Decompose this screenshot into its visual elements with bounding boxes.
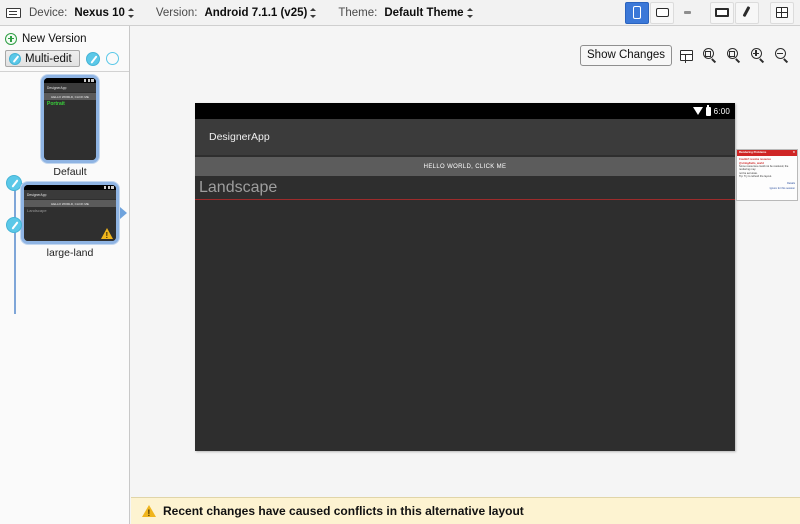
theme-combo[interactable]: Default Theme bbox=[382, 6, 475, 20]
multi-edit-button[interactable]: Multi-edit bbox=[5, 50, 80, 67]
zoom-out-icon bbox=[774, 48, 790, 63]
device-textview-wrapper[interactable]: Landscape bbox=[195, 178, 735, 200]
theme-label: Theme: bbox=[338, 6, 378, 19]
new-version-row[interactable]: New Version bbox=[5, 30, 125, 47]
warning-triangle-icon bbox=[142, 505, 156, 518]
battery-icon bbox=[705, 104, 711, 116]
variation-selected-arrow bbox=[120, 207, 127, 219]
mini-button-text: HELLO WORLD, CLICK ME bbox=[24, 200, 116, 207]
mini-preview-large-land: DesignerApp HELLO WORLD, CLICK ME Landsc… bbox=[24, 185, 116, 241]
device-status-bar: 6:00 bbox=[195, 103, 735, 119]
variation-label-default: Default bbox=[53, 166, 87, 178]
split-layout-icon bbox=[679, 50, 693, 63]
new-version-label: New Version bbox=[22, 32, 87, 45]
keyboard-icon bbox=[6, 7, 21, 18]
mini-status-bar bbox=[24, 185, 116, 190]
error-ignore-link[interactable]: Ignore for this session bbox=[770, 187, 795, 190]
show-changes-button[interactable]: Show Changes bbox=[580, 45, 672, 66]
mini-status-bar bbox=[44, 78, 96, 83]
zoom-fit-icon bbox=[702, 48, 718, 63]
rendering-problems-body: Couldn't resolve resource @string/hello_… bbox=[737, 156, 797, 180]
error-line-4: Tip: Try to refresh the layout. bbox=[739, 175, 772, 179]
mini-app-name: DesignerApp bbox=[24, 190, 116, 199]
conflict-status-bar: Recent changes have caused conflicts in … bbox=[131, 497, 800, 524]
device-app-bar: DesignerApp bbox=[195, 119, 735, 155]
theme-value: Default Theme bbox=[384, 6, 464, 19]
phone-icon bbox=[633, 6, 641, 19]
zoom-fit-button[interactable] bbox=[700, 46, 720, 66]
toolbar-view-modes bbox=[625, 1, 794, 24]
mini-status-icons bbox=[84, 79, 94, 82]
circle-outline-button[interactable] bbox=[105, 52, 119, 65]
variation-node-large-land[interactable]: DesignerApp HELLO WORLD, CLICK ME Landsc… bbox=[21, 182, 119, 259]
mini-body-text: Landscape bbox=[27, 208, 47, 213]
mini-preview-default: DesignerApp HELLO WORLD, CLICK ME Portra… bbox=[44, 78, 96, 160]
dash-icon bbox=[683, 11, 691, 14]
variation-tree: DesignerApp HELLO WORLD, CLICK ME Portra… bbox=[0, 72, 130, 512]
device-hello-button[interactable]: HELLO WORLD, CLICK ME bbox=[195, 157, 735, 176]
zoom-actual-icon bbox=[726, 48, 742, 63]
pencil-icon bbox=[9, 52, 21, 65]
rendering-problems-title: Rendering Problems bbox=[739, 150, 767, 155]
android-studio-layout-editor: Device: Nexus 10 Version: Android 7.1.1 … bbox=[0, 0, 800, 524]
canvas-toolbar: Show Changes bbox=[580, 45, 792, 66]
phone-view-toggle[interactable] bbox=[625, 1, 649, 24]
variations-header: New Version Multi-edit bbox=[0, 26, 129, 72]
tablet-landscape-icon bbox=[655, 8, 669, 17]
widescreen-icon bbox=[715, 8, 729, 17]
chevron-updown-icon bbox=[466, 7, 474, 19]
mini-button-text: HELLO WORLD, CLICK ME bbox=[44, 93, 96, 100]
status-time: 6:00 bbox=[713, 106, 730, 116]
split-layout-button[interactable] bbox=[676, 46, 696, 66]
widescreen-view-toggle[interactable] bbox=[710, 1, 734, 24]
zoom-actual-button[interactable] bbox=[724, 46, 744, 66]
chevron-updown-icon bbox=[310, 7, 317, 19]
variation-label-large-land: large-land bbox=[46, 247, 94, 259]
layout-grid-toggle[interactable] bbox=[770, 1, 794, 24]
conflict-status-message: Recent changes have caused conflicts in … bbox=[163, 504, 524, 518]
zoom-in-icon bbox=[750, 48, 766, 63]
top-toolbar: Device: Nexus 10 Version: Android 7.1.1 … bbox=[0, 0, 800, 26]
version-combo[interactable]: Android 7.1.1 (v25) bbox=[202, 6, 319, 20]
error-details-link[interactable]: Details bbox=[787, 182, 795, 185]
wifi-icon bbox=[692, 107, 703, 115]
error-line-2: Some resources could not be resolved, th… bbox=[739, 165, 789, 172]
tablet-view-toggle[interactable] bbox=[650, 1, 674, 24]
zoom-in-button[interactable] bbox=[748, 46, 768, 66]
android-device-preview[interactable]: 6:00 DesignerApp HELLO WORLD, CLICK ME L… bbox=[195, 103, 735, 451]
paintbrush-icon bbox=[740, 6, 754, 20]
mini-status-icons bbox=[104, 186, 114, 189]
warning-triangle-icon bbox=[101, 228, 113, 240]
layout-grid-icon bbox=[776, 7, 788, 18]
multi-edit-row: Multi-edit bbox=[5, 49, 125, 68]
device-body-text: Landscape bbox=[199, 179, 278, 196]
close-icon[interactable]: ✕ bbox=[793, 150, 795, 154]
device-value: Nexus 10 bbox=[74, 6, 125, 19]
version-value: Android 7.1.1 (v25) bbox=[204, 6, 308, 19]
variation-thumbnail-default: DesignerApp HELLO WORLD, CLICK ME Portra… bbox=[41, 75, 99, 163]
plus-circle-icon bbox=[5, 32, 17, 45]
theme-brush-toggle[interactable] bbox=[735, 1, 759, 24]
error-line-1: Couldn't resolve resource @string/hello_… bbox=[739, 158, 771, 165]
mini-body-text: Portrait bbox=[47, 101, 65, 107]
variation-badge-large-land[interactable] bbox=[6, 217, 22, 233]
variations-sidebar: New Version Multi-edit DesignerApp HELLO… bbox=[0, 26, 130, 524]
chevron-updown-icon bbox=[127, 7, 135, 19]
variation-badge-default[interactable] bbox=[6, 175, 22, 191]
preview-canvas: Show Changes 6:00 DesignerApp HELLO WORL… bbox=[131, 27, 800, 497]
variation-node-default[interactable]: DesignerApp HELLO WORLD, CLICK ME Portra… bbox=[41, 75, 99, 178]
multi-edit-label: Multi-edit bbox=[25, 52, 72, 65]
toolbar-left-group: Device: Nexus 10 Version: Android 7.1.1 … bbox=[6, 6, 625, 20]
zoom-out-button[interactable] bbox=[772, 46, 792, 66]
device-label: Device: bbox=[29, 6, 68, 19]
mini-app-name: DesignerApp bbox=[44, 83, 96, 92]
edit-pencil-button[interactable] bbox=[85, 51, 100, 66]
compact-view-toggle[interactable] bbox=[675, 2, 699, 24]
rendering-problems-popup[interactable]: Rendering Problems ✕ Couldn't resolve re… bbox=[736, 149, 798, 201]
rendering-problems-links-2: Ignore for this session bbox=[737, 186, 797, 191]
variation-thumbnail-large-land: DesignerApp HELLO WORLD, CLICK ME Landsc… bbox=[21, 182, 119, 244]
device-combo[interactable]: Nexus 10 bbox=[72, 6, 137, 20]
version-label: Version: bbox=[155, 6, 198, 19]
